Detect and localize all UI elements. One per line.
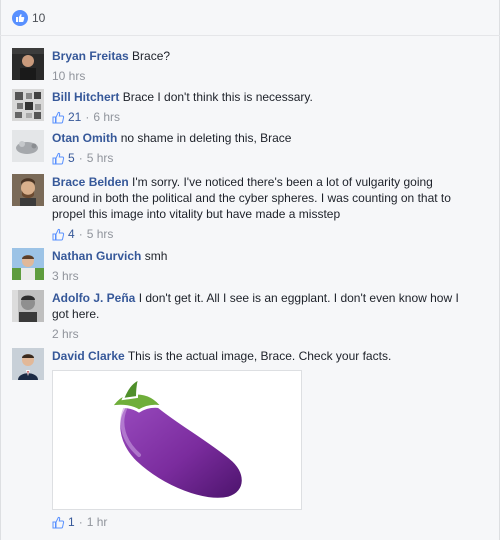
separator-dot: · <box>78 227 83 241</box>
comment-item: Nathan Gurvich smh 3 hrs <box>12 248 472 284</box>
like-summary-bar[interactable]: 10 <box>0 0 500 36</box>
comment-author[interactable]: David Clarke <box>52 349 125 363</box>
comment-like-count[interactable]: 4 <box>68 226 75 242</box>
comment-like-count[interactable]: 21 <box>68 109 81 125</box>
comment-item: Otan Omith no shame in deleting this, Br… <box>12 130 472 166</box>
comment-text: Brace? <box>132 49 171 63</box>
comment-timestamp[interactable]: 6 hrs <box>93 109 120 125</box>
avatar[interactable] <box>12 174 44 206</box>
comment-item: Bryan Freitas Brace? 10 hrs <box>12 48 472 84</box>
comment-author[interactable]: Bill Hitchert <box>52 90 119 104</box>
avatar[interactable] <box>12 348 44 380</box>
comment-author[interactable]: Otan Omith <box>52 131 117 145</box>
comment-author[interactable]: Brace Belden <box>52 175 129 189</box>
comment-author[interactable]: Nathan Gurvich <box>52 249 141 263</box>
comment-timestamp[interactable]: 1 hr <box>87 514 108 530</box>
thumbs-up-icon[interactable] <box>52 111 65 124</box>
separator-dot: · <box>78 515 83 529</box>
separator-dot: · <box>78 151 83 165</box>
comment-author[interactable]: Adolfo J. Peña <box>52 291 135 305</box>
avatar[interactable] <box>12 130 44 162</box>
comment-text: Brace I don't think this is necessary. <box>122 90 313 104</box>
comment-text: no shame in deleting this, Brace <box>120 131 292 145</box>
frame-border-left <box>0 0 1 540</box>
avatar[interactable] <box>12 290 44 322</box>
comment-like-count[interactable]: 5 <box>68 150 75 166</box>
comment-text: This is the actual image, Brace. Check y… <box>127 349 392 363</box>
avatar[interactable] <box>12 248 44 280</box>
comment-timestamp[interactable]: 2 hrs <box>52 326 79 342</box>
thumbs-up-icon[interactable] <box>52 152 65 165</box>
comment-timestamp[interactable]: 3 hrs <box>52 268 79 284</box>
comment-like-count[interactable]: 1 <box>68 514 75 530</box>
eggplant-icon <box>109 377 247 503</box>
comment-text: smh <box>144 249 168 263</box>
comment-item: Bill Hitchert Brace I don't think this i… <box>12 89 472 125</box>
comment-timestamp[interactable]: 5 hrs <box>87 150 114 166</box>
comment-attachment-image[interactable] <box>52 370 302 510</box>
like-count[interactable]: 10 <box>32 11 45 25</box>
comment-item: Brace Belden I'm sorry. I've noticed the… <box>12 174 472 242</box>
separator-dot: · <box>85 110 90 124</box>
comment-item: Adolfo J. Peña I don't get it. All I see… <box>12 290 472 342</box>
thumbs-up-icon[interactable] <box>52 228 65 241</box>
avatar[interactable] <box>12 48 44 80</box>
avatar[interactable] <box>12 89 44 121</box>
comment-item: David Clarke This is the actual image, B… <box>12 348 472 530</box>
comment-timestamp[interactable]: 10 hrs <box>52 68 85 84</box>
comment-timestamp[interactable]: 5 hrs <box>87 226 114 242</box>
thumbs-up-icon[interactable] <box>52 516 65 529</box>
like-badge-icon <box>12 9 28 26</box>
comment-author[interactable]: Bryan Freitas <box>52 49 129 63</box>
